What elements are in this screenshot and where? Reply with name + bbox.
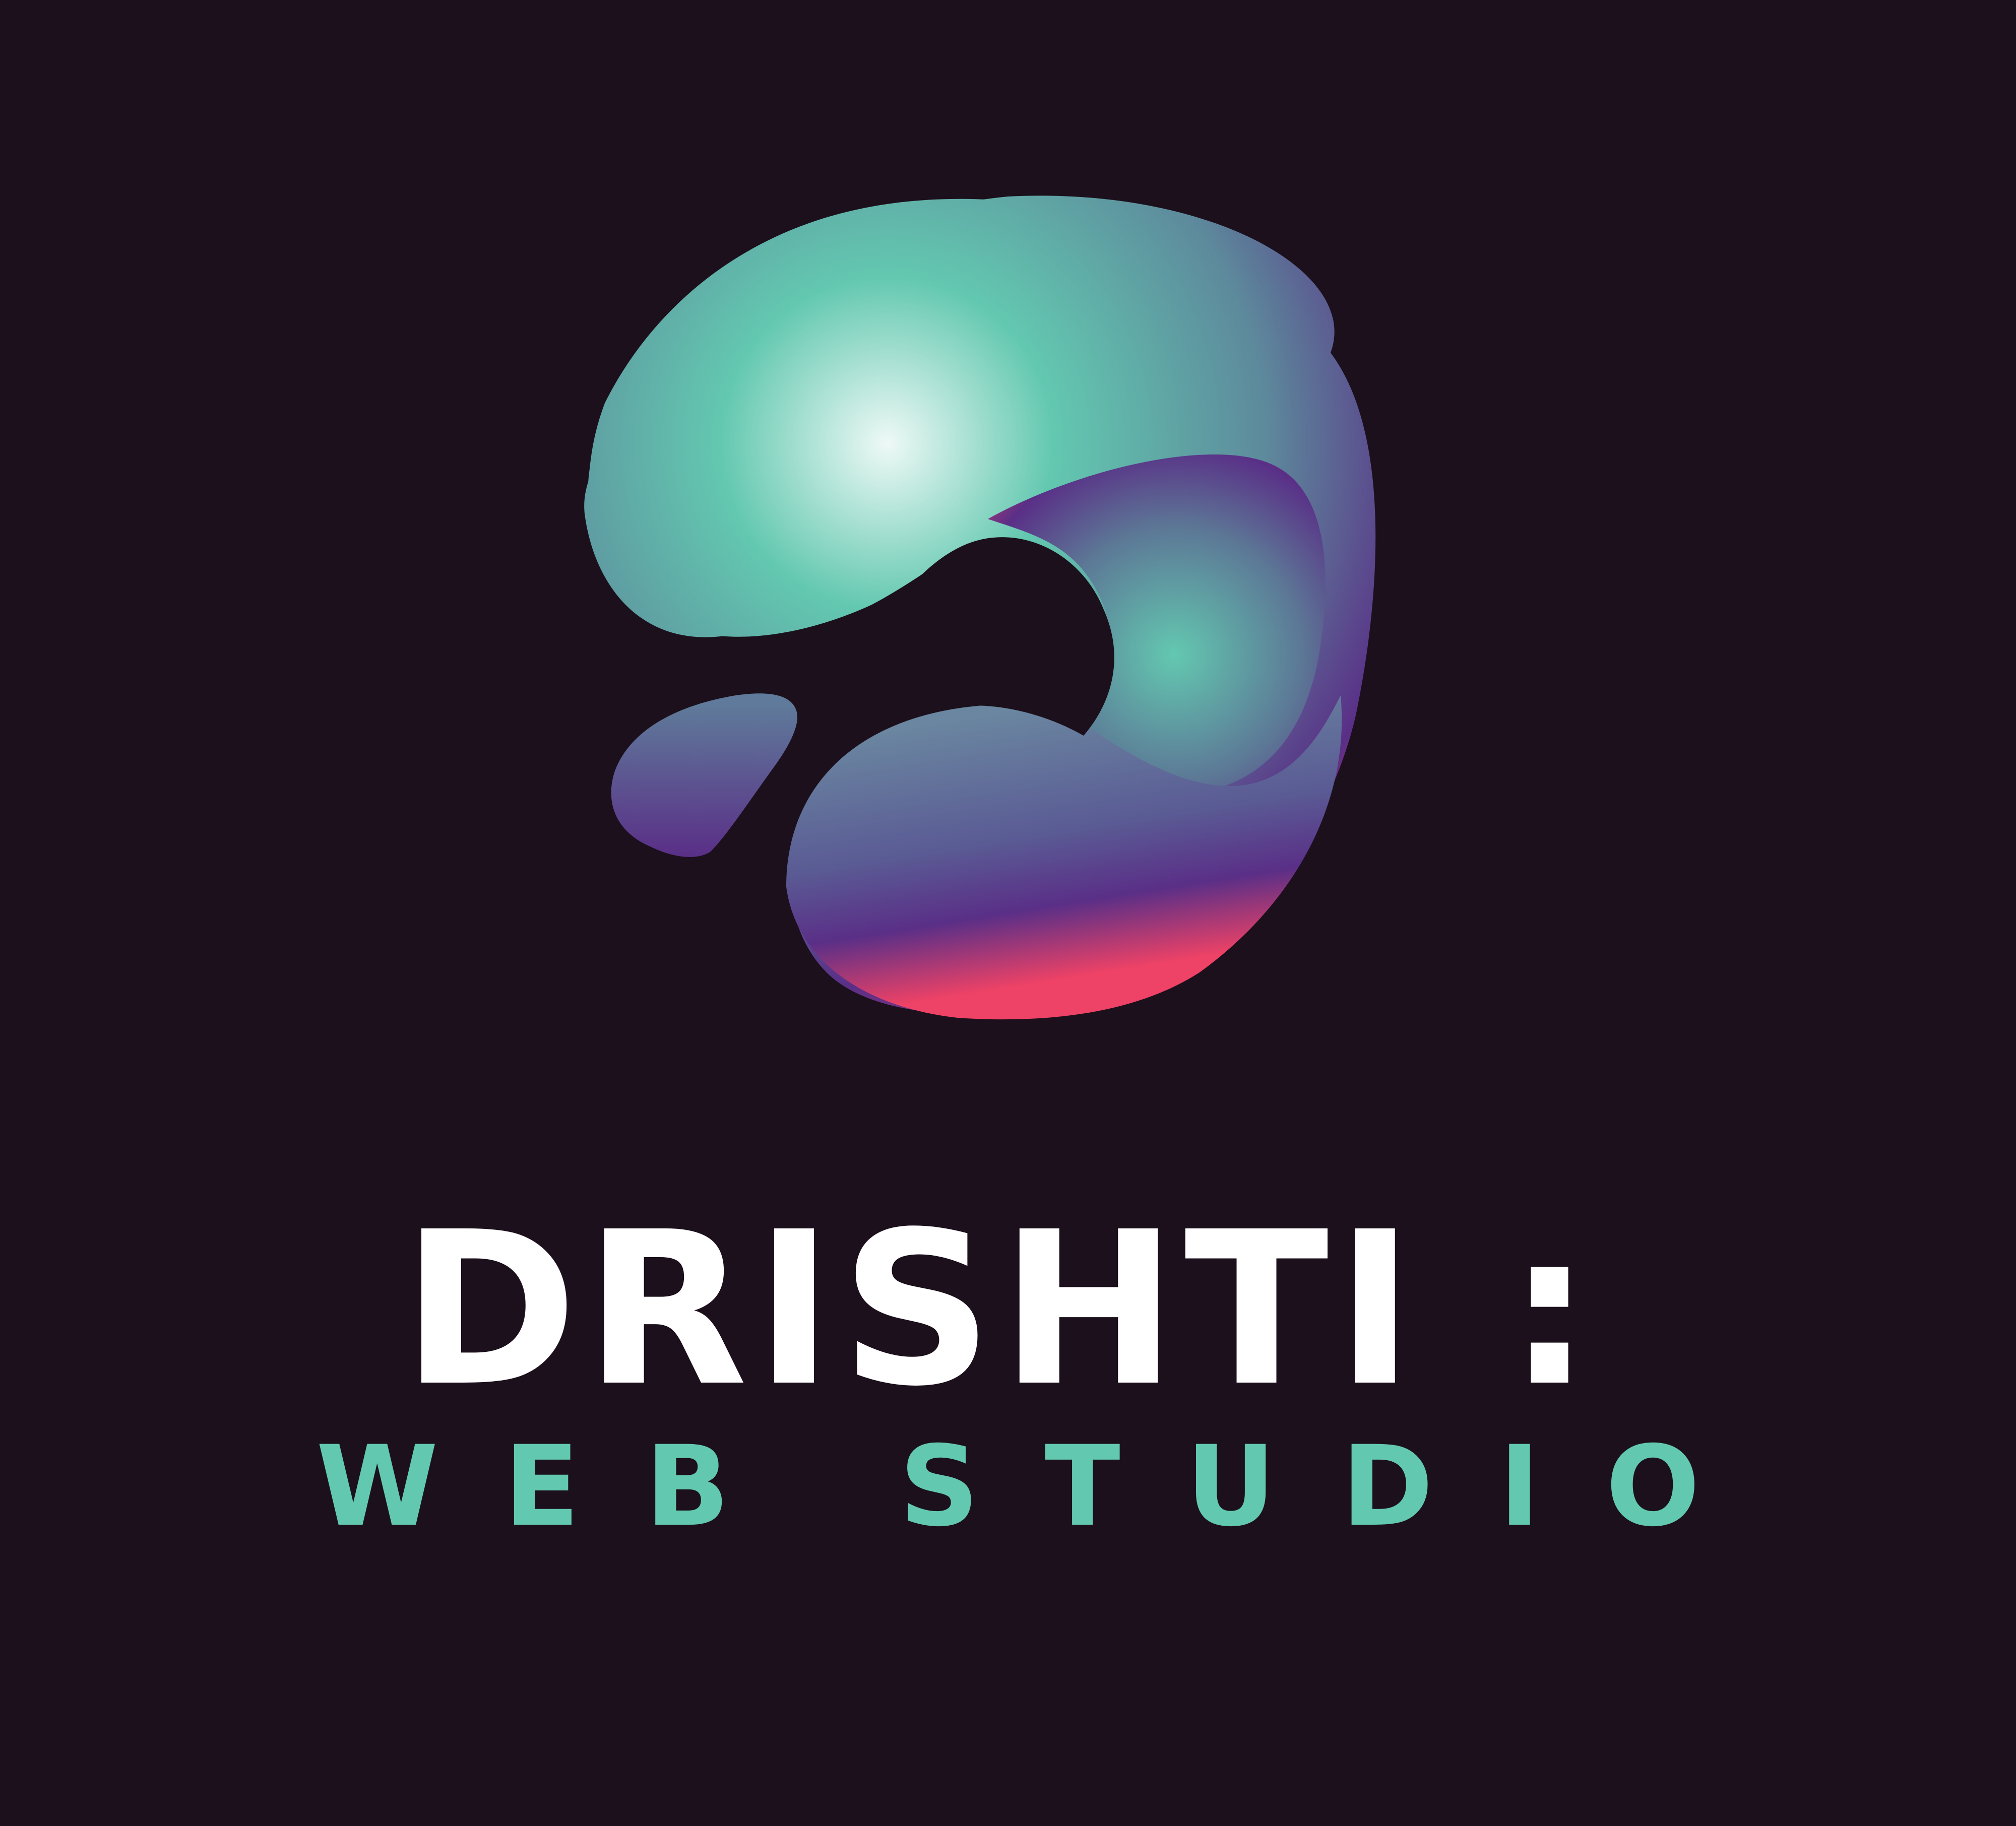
gradient-swirl-logo-icon <box>584 195 1376 1020</box>
logo-droplet <box>611 693 797 857</box>
brand-name: DRISHTI <box>402 1187 1422 1433</box>
logo-canvas: DRISHTI: WEB STUDIO <box>0 0 2016 1826</box>
brand-tagline: WEB STUDIO <box>316 1422 1766 1551</box>
brand-name-line: DRISHTI: <box>0 1204 2001 1416</box>
brand-separator: : <box>1507 1187 1599 1433</box>
